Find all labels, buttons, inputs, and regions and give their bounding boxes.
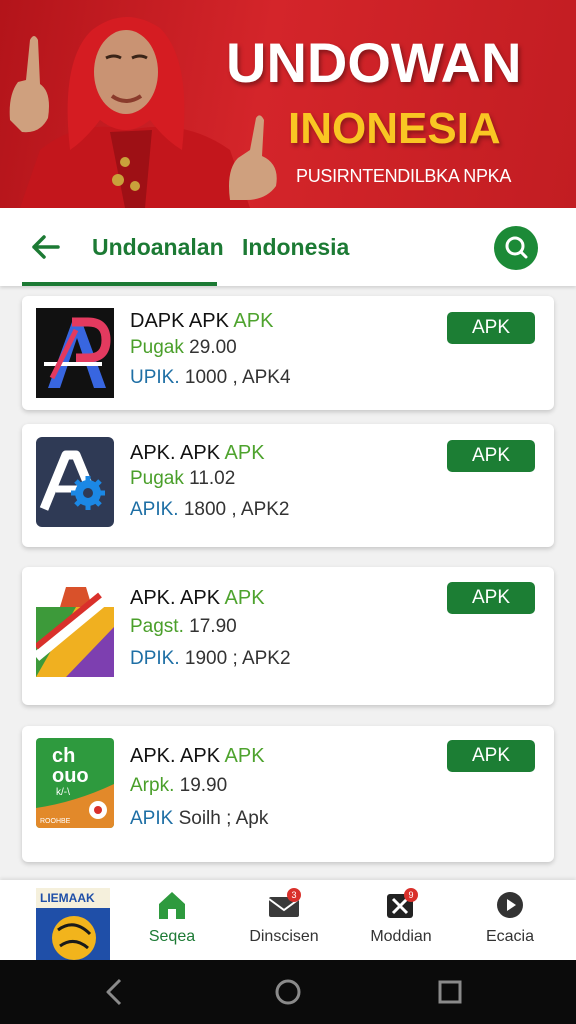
- bottom-navigation: LIEMAAK Seqea 3 Dinscisen 9 Moddian Ecac…: [0, 880, 576, 960]
- app-card[interactable]: ch ouo k/-\ ROOHBE APK. APK APK Arpk. 19…: [22, 726, 554, 862]
- tab-indonesia[interactable]: Indonesia: [242, 230, 349, 264]
- app-card[interactable]: APK. APK APK Pugak 11.02 APIK. 1800 , AP…: [22, 424, 554, 547]
- app-icon-ap: [36, 308, 114, 398]
- x-icon: 9: [384, 888, 418, 922]
- banner-subtitle: INONESIA: [288, 104, 501, 153]
- banner-tagline: PUSIRNTENDILBKA NPKA: [296, 166, 512, 186]
- notification-badge: 9: [404, 888, 418, 902]
- app-icon-colorful: [36, 587, 114, 677]
- app-icon-gear: [36, 437, 114, 527]
- apk-download-button[interactable]: APK: [447, 740, 535, 772]
- apk-download-button[interactable]: APK: [447, 582, 535, 614]
- app-meta: APIK. 1800 , APK2: [130, 499, 290, 520]
- hero-banner: UNDOWAN INONESIA PUSIRNTENDILBKA NPKA: [0, 0, 576, 208]
- banner-title: UNDOWAN: [226, 31, 522, 94]
- nav-item-ecacia[interactable]: Ecacia: [455, 888, 565, 958]
- system-navigation-bar: [0, 960, 576, 1024]
- app-card[interactable]: DAPK APK APK Pugak 29.00 UPIK. 1000 , AP…: [22, 296, 554, 410]
- app-price: Arpk. 19.90: [130, 775, 228, 796]
- back-arrow-icon[interactable]: [28, 230, 62, 264]
- notification-badge: 3: [287, 888, 301, 902]
- nav-item-seqea[interactable]: Seqea: [117, 888, 227, 958]
- app-meta: APIK Soilh ; Apk: [130, 808, 269, 829]
- app-meta: UPIK. 1000 , APK4: [130, 367, 291, 388]
- search-icon: [505, 236, 528, 259]
- nav-item-dinscisen[interactable]: 3 Dinscisen: [229, 888, 339, 958]
- system-back-icon[interactable]: [98, 976, 130, 1008]
- app-name: APK. APK APK: [130, 745, 265, 767]
- tab-undoanalan[interactable]: Undoanalan: [92, 230, 224, 264]
- active-tab-indicator: [22, 282, 217, 286]
- tab-header: Undoanalan Indonesia: [0, 208, 576, 286]
- app-card[interactable]: APK. APK APK Pagst. 17.90 DPIK. 1900 ; A…: [22, 567, 554, 705]
- nav-item-moddian[interactable]: 9 Moddian: [346, 888, 456, 958]
- app-price: Pugak 29.00: [130, 337, 237, 358]
- system-recents-icon[interactable]: [434, 976, 466, 1008]
- system-home-icon[interactable]: [272, 976, 304, 1008]
- app-name: APK. APK APK: [130, 587, 265, 609]
- app-price: Pagst. 17.90: [130, 616, 237, 637]
- search-button[interactable]: [494, 226, 538, 270]
- play-icon: [493, 888, 527, 922]
- promo-thumbnail[interactable]: LIEMAAK: [36, 888, 110, 960]
- home-icon: [155, 888, 189, 922]
- mail-icon: 3: [267, 888, 301, 922]
- promo-thumbnail-label: LIEMAAK: [40, 891, 95, 905]
- app-name: DAPK APK APK: [130, 310, 274, 332]
- apk-download-button[interactable]: APK: [447, 440, 535, 472]
- app-price: Pugak 11.02: [130, 468, 236, 489]
- apk-download-button[interactable]: APK: [447, 312, 535, 344]
- app-icon-chat: ch ouo k/-\ ROOHBE: [36, 738, 114, 828]
- app-name: APK. APK APK: [130, 442, 265, 464]
- app-meta: DPIK. 1900 ; APK2: [130, 648, 291, 669]
